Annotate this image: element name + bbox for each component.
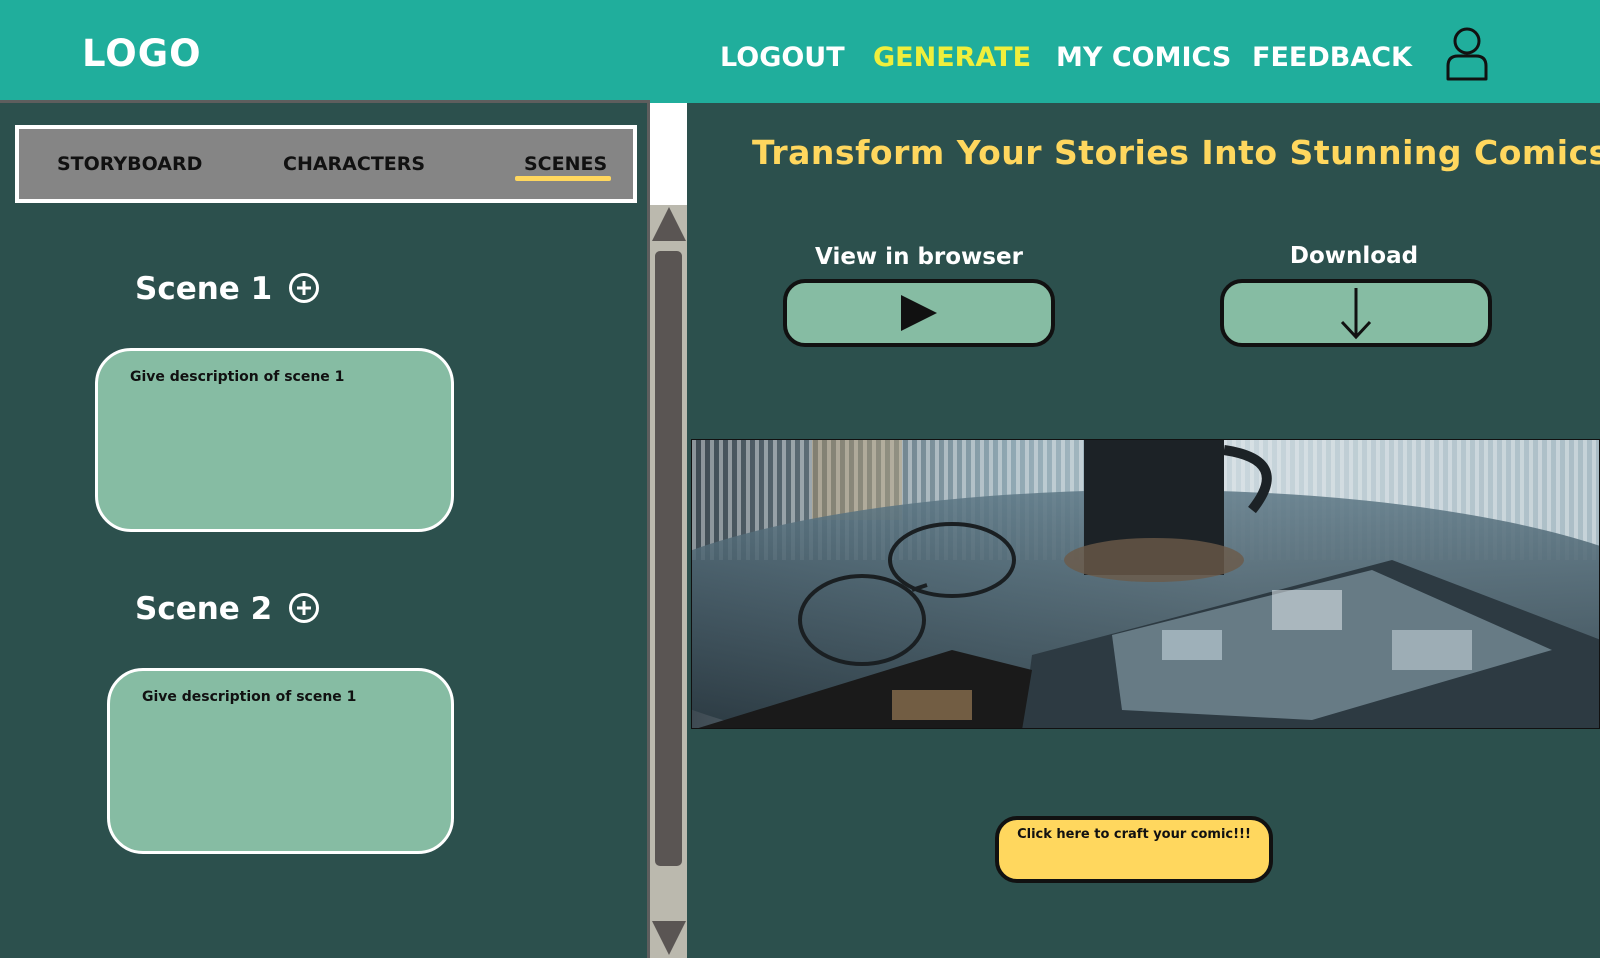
- tab-storyboard[interactable]: STORYBOARD: [57, 153, 202, 175]
- scene-1-description-field[interactable]: Give description of scene 1: [95, 348, 454, 532]
- nav-my-comics[interactable]: MY COMICS: [1056, 42, 1231, 73]
- nav-feedback[interactable]: FEEDBACK: [1252, 42, 1412, 73]
- craft-comic-button[interactable]: Click here to craft your comic!!!: [995, 816, 1273, 883]
- page-title: Transform Your Stories Into Stunning Com…: [752, 133, 1600, 172]
- download-label: Download: [1289, 243, 1419, 269]
- nav-generate[interactable]: GENERATE: [873, 42, 1031, 73]
- scroll-down-arrow-icon[interactable]: [652, 921, 686, 955]
- top-navbar: LOGO LOGOUT GENERATE MY COMICS FEEDBACK: [0, 0, 1600, 103]
- scroll-up-arrow-icon[interactable]: [652, 207, 686, 241]
- add-scene-2-icon[interactable]: [288, 592, 320, 624]
- scene-2-title: Scene 2: [135, 591, 273, 627]
- scene-2-description-field[interactable]: Give description of scene 1: [107, 668, 454, 854]
- logo[interactable]: LOGO: [82, 32, 202, 75]
- tab-scenes[interactable]: SCENES: [524, 153, 607, 175]
- add-scene-1-icon[interactable]: [288, 272, 320, 304]
- arrow-down-icon: [1340, 288, 1372, 340]
- scrollbar[interactable]: [650, 205, 687, 958]
- scene-editor-panel: STORYBOARD CHARACTERS SCENES Scene 1 Giv…: [0, 100, 650, 958]
- editor-tabs: STORYBOARD CHARACTERS SCENES: [15, 125, 637, 203]
- scene-1-title: Scene 1: [135, 271, 273, 307]
- user-profile-icon[interactable]: [1444, 26, 1490, 82]
- scene-1-placeholder: Give description of scene 1: [130, 369, 345, 385]
- comic-preview-image: [691, 439, 1600, 729]
- view-in-browser-label: View in browser: [815, 244, 1023, 270]
- download-button[interactable]: [1220, 279, 1492, 347]
- scroll-thumb[interactable]: [655, 251, 682, 866]
- preview-panel: Transform Your Stories Into Stunning Com…: [687, 103, 1600, 958]
- tab-characters[interactable]: CHARACTERS: [283, 153, 425, 175]
- comic-photo: [692, 440, 1599, 728]
- scene-2-placeholder: Give description of scene 1: [142, 689, 357, 705]
- active-tab-indicator: [515, 176, 611, 181]
- view-in-browser-button[interactable]: [783, 279, 1055, 347]
- nav-logout[interactable]: LOGOUT: [720, 42, 845, 73]
- play-icon: [901, 295, 937, 331]
